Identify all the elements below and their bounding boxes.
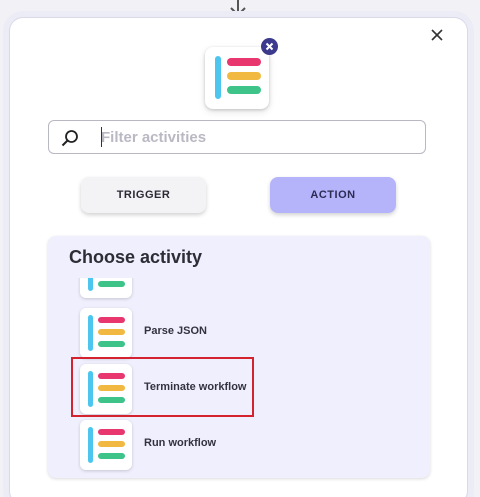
search-icon [61,130,78,147]
filter-search-box[interactable] [48,120,426,154]
list-item[interactable] [80,278,380,298]
trigger-button[interactable]: TRIGGER [81,177,206,213]
activity-icon-tile [80,278,132,298]
choose-activity-panel: Choose activity Parse JSON Terminate wor… [48,236,430,478]
text-caret [101,127,102,147]
close-icon[interactable] [430,28,444,42]
list-item[interactable]: Run workflow [80,420,380,470]
activity-list-icon [88,278,125,291]
activity-icon-tile [80,420,132,470]
action-button[interactable]: ACTION [270,177,396,213]
list-item[interactable]: Terminate workflow [80,364,380,414]
activity-list-icon [88,315,125,351]
activity-icon-tile [80,364,132,414]
activity-icon-tile [80,308,132,358]
activity-label: Parse JSON [144,325,207,337]
remove-x-icon [265,42,274,51]
activity-list-icon [88,371,125,407]
panel-title: Choose activity [69,247,203,267]
activity-label: Run workflow [144,437,217,449]
list-item[interactable]: Parse JSON [80,308,380,358]
activity-list-icon [88,427,125,463]
activity-list[interactable]: Parse JSON Terminate workflow Run workfl… [48,278,430,478]
arrow-down-icon [230,0,246,17]
activity-list-icon [215,56,261,99]
remove-app-button[interactable] [261,38,278,55]
search-input[interactable] [101,126,411,148]
activity-label: Terminate workflow [144,381,247,393]
app-logo [205,47,269,109]
